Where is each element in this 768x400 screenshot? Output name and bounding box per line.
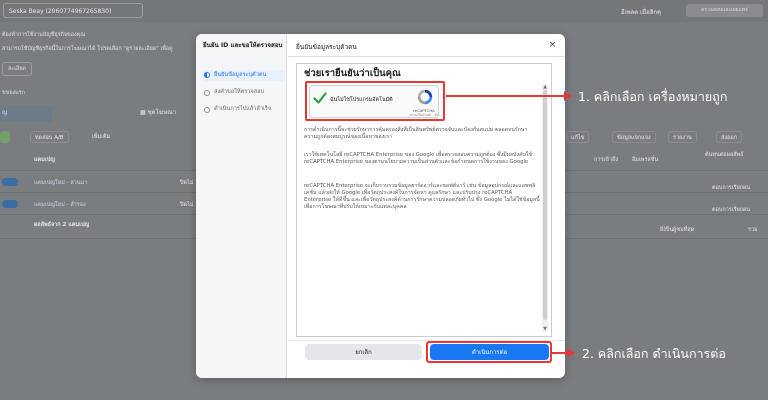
annotation-arrowhead-1 [564, 91, 572, 101]
tab-adsets[interactable]: ▦ ชุดโฆษณา [140, 107, 176, 117]
account-selector[interactable]: Seska Beay (2060774967265830) [3, 3, 143, 18]
step-progress-icon [204, 72, 210, 78]
annotation-arrow-line-2 [552, 352, 567, 354]
col-reach: การเข้าถึง [594, 157, 619, 163]
sidebar-step-done[interactable]: ดำเนินการไปแล้วสำเร็จ [202, 106, 285, 115]
info-paragraph-3: reCAPTCHA Enterprise จะเก็บรวบรวมข้อมูลฮ… [304, 183, 540, 210]
tab-adsets-label: ชุดโฆษณา [147, 109, 177, 116]
notice-details-button[interactable]: ละเอียด [2, 62, 32, 76]
annotation-arrowhead-2 [567, 348, 575, 358]
campaign-name-link[interactable]: แคมเปญใหม่ - สำรอง [34, 201, 86, 209]
header-divider [288, 56, 565, 57]
edit-button[interactable]: แก้ไข [566, 131, 590, 143]
campaign-name-link[interactable]: แคมเปญใหม่ - สวนมา [34, 179, 87, 187]
breakdown-button[interactable]: ข้อมูลแจกแจง [612, 131, 656, 143]
annotation-checkbox-highlight [305, 81, 445, 121]
step-label: ดำเนินการไปแล้วสำเร็จ [214, 106, 272, 112]
modal-sidebar [196, 34, 287, 378]
tab-campaigns[interactable]: ญ [2, 107, 7, 117]
campaign-toggle[interactable] [2, 178, 18, 186]
step-circle-icon [204, 107, 210, 113]
review-publish-button[interactable]: ตรวจสอบและเผยแพร่ [686, 4, 763, 17]
annotation-continue-highlight [426, 341, 552, 363]
scroll-down-icon[interactable]: ▼ [542, 326, 548, 332]
campaign-status: ปิดไม่ [180, 180, 194, 186]
cancel-button[interactable]: ยกเลิก [305, 344, 422, 360]
annotation-step-1: 1. คลิกเลือก เครื่องหมายถูก [578, 89, 728, 104]
adsets-grid-icon: ▦ [140, 109, 148, 116]
summary-label: ผลลัพธ์จาก 2 แคมเปญ [34, 222, 90, 228]
campaign-note: ตอบการเรียกผน [712, 207, 751, 213]
export-button[interactable]: ส่งออก [716, 131, 742, 143]
modal-title: ยืนยันข้อมูลระบุตัวตน [296, 43, 357, 51]
info-paragraph-2: เราใช้เทคโนโลยี reCAPTCHA Enterprise ของ… [304, 152, 533, 165]
more-button[interactable]: เพิ่มเติม [88, 131, 114, 143]
summary-note: ยิ่ง้ป็นผู้ชมที่สุด [660, 227, 695, 233]
campaign-note: ตอบการเรียกผน [712, 185, 751, 191]
step-label: ส่งคำขอให้ตรวจสอบ [214, 89, 265, 95]
step-circle-icon [204, 90, 210, 96]
notice-line-2: สามารถใช้บัญชีธุรกิจนี้ในการโฆษณาได้ โปร… [2, 46, 173, 52]
info-paragraph-1: การดำเนินการนี้จะช่วยรักษาการคุ้มครองสิ่… [304, 127, 528, 140]
sidebar-step-identity[interactable]: ยืนยันข้อมูลระบุตัวตน [202, 70, 285, 81]
annotation-step-2: 2. คลิกเลือก ดำเนินการต่อ [582, 346, 726, 361]
create-button[interactable] [0, 131, 10, 143]
col-cost-per-result: ต้นทุนต่อผลลัพธ์ [705, 152, 744, 158]
top-right-status: อีเพลต เมื่อลิกคุ [621, 9, 662, 16]
notice-line-1: ต้องทำการใช้งานบัญชีธุรกิจของคุณ [2, 32, 86, 38]
search-hint: ขของแรก [2, 90, 25, 96]
campaign-status: ปิดไม่ [180, 202, 194, 208]
col-campaign: แคมเปญ [34, 157, 55, 163]
step-label: ยืนยันข้อมูลระบุตัวตน [214, 72, 267, 78]
summary-total: รวม [748, 227, 758, 233]
campaigns-tab-highlight [0, 106, 52, 122]
annotation-arrow-line-1 [446, 95, 564, 97]
sidebar-step-request-review[interactable]: ส่งคำขอให้ตรวจสอบ [202, 89, 285, 98]
close-icon[interactable]: × [548, 41, 557, 50]
ab-test-button[interactable]: ทดสอบ A/B [30, 131, 69, 143]
campaign-toggle[interactable] [2, 200, 18, 208]
sidebar-title: ยืนยัน ID และขอให้ตรวจสอบ [203, 42, 283, 49]
scroll-thumb[interactable] [543, 90, 547, 320]
col-impressions: อิมเพรสชั่น [632, 157, 659, 163]
reports-button[interactable]: รายงาน [668, 131, 697, 143]
verify-heading: ช่วยเรายืนยันว่าเป็นคุณ [304, 68, 401, 79]
